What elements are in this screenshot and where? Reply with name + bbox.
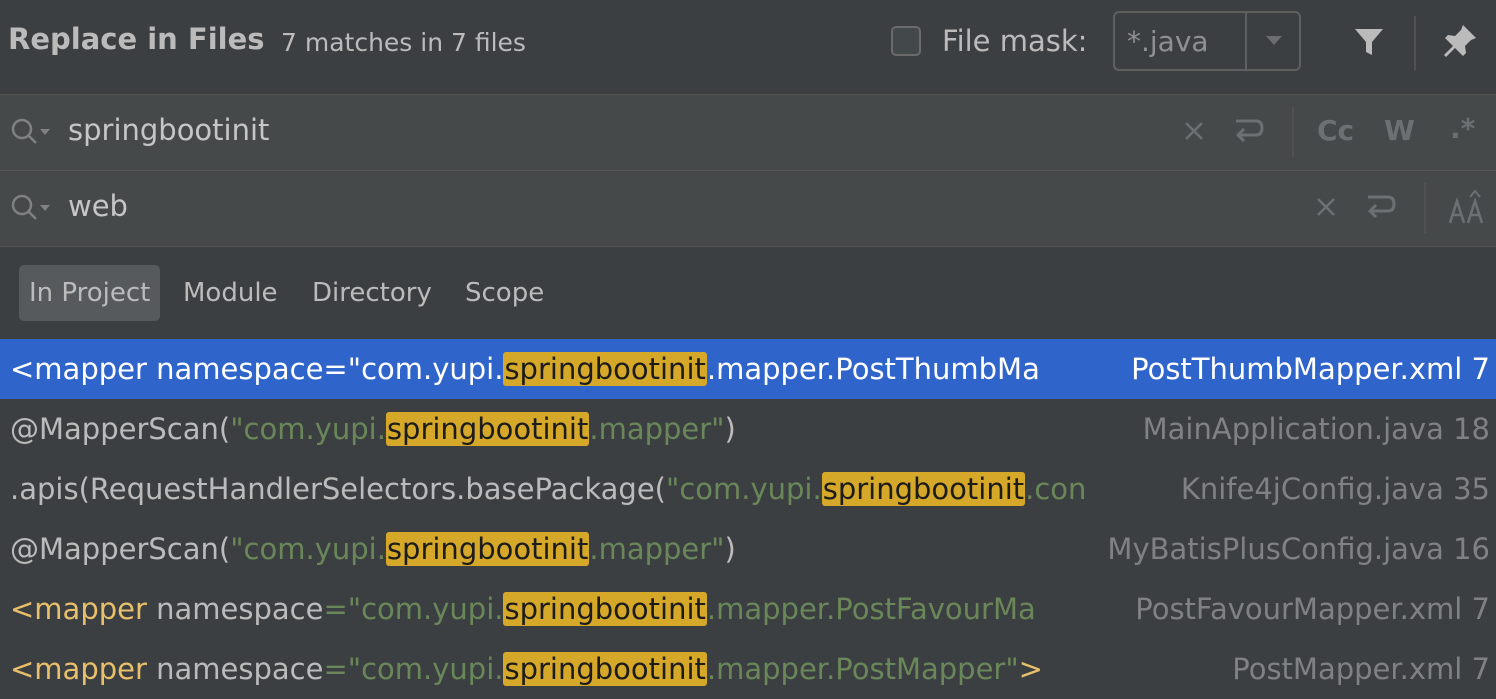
code-text: @MapperScan( xyxy=(10,532,231,566)
replace-separator xyxy=(1424,183,1426,233)
find-field[interactable]: springbootinit Cc W .* xyxy=(0,95,1496,171)
result-file: PostThumbMapper.xml 7 xyxy=(1131,352,1490,386)
find-separator xyxy=(1292,107,1294,157)
code-text: ) xyxy=(724,532,736,566)
code-string: "com.yupi. xyxy=(230,532,386,566)
code-tag: <mapper xyxy=(10,592,147,626)
new-line-icon[interactable] xyxy=(1364,191,1398,223)
match-highlight: springbootinit xyxy=(503,352,707,386)
chevron-down-icon[interactable] xyxy=(1264,30,1284,50)
pin-icon[interactable] xyxy=(1441,22,1479,60)
tab-in-project[interactable]: In Project xyxy=(19,265,161,321)
result-code: @MapperScan("com.yupi.springbootinit.map… xyxy=(10,519,1070,579)
code-text: .apis(RequestHandlerSelectors.basePackag… xyxy=(10,472,666,506)
code-text: .mapper.PostThumbMa xyxy=(706,352,1040,386)
clear-icon[interactable] xyxy=(1315,196,1337,218)
code-string: .con xyxy=(1025,472,1087,506)
dialog-title: Replace in Files xyxy=(8,22,265,56)
scope-tabs: In Project Module Directory Scope xyxy=(0,247,1496,338)
result-row[interactable]: @MapperScan("com.yupi.springbootinit.map… xyxy=(0,519,1496,579)
file-mask-checkbox[interactable] xyxy=(891,26,921,56)
result-code: <mapper namespace="com.yupi.springbootin… xyxy=(10,639,1190,699)
regex-toggle[interactable]: .* xyxy=(1450,112,1475,145)
file-mask-combo[interactable]: *.java xyxy=(1113,11,1301,71)
code-string: ="com.yupi. xyxy=(323,592,504,626)
code-tag: > xyxy=(1018,652,1043,686)
header-separator xyxy=(1414,16,1416,70)
code-string: .mapper" xyxy=(589,532,725,566)
dialog-header: Replace in Files 7 matches in 7 files Fi… xyxy=(0,0,1496,95)
match-highlight: springbootinit xyxy=(821,472,1026,506)
result-file: PostFavourMapper.xml 7 xyxy=(1135,592,1490,626)
code-string: "com.yupi. xyxy=(230,412,386,446)
clear-icon[interactable] xyxy=(1183,120,1205,142)
find-input[interactable]: springbootinit xyxy=(68,113,269,147)
results-list: <mapper namespace="com.yupi.springbootin… xyxy=(0,339,1496,699)
code-string: .mapper.PostMapper" xyxy=(706,652,1019,686)
code-text: <mapper namespace="com.yupi. xyxy=(10,352,504,386)
result-row[interactable]: .apis(RequestHandlerSelectors.basePackag… xyxy=(0,459,1496,519)
result-file: MyBatisPlusConfig.java 16 xyxy=(1107,532,1490,566)
match-highlight: springbootinit xyxy=(385,532,590,566)
file-mask-label: File mask: xyxy=(942,24,1088,58)
tab-directory[interactable]: Directory xyxy=(302,265,442,321)
code-string: "com.yupi. xyxy=(665,472,822,506)
replace-field[interactable]: web xyxy=(0,171,1496,247)
code-text: @MapperScan( xyxy=(10,412,231,446)
match-count: 7 matches in 7 files xyxy=(281,28,526,57)
result-row[interactable]: <mapper namespace="com.yupi.springbootin… xyxy=(0,339,1496,399)
replace-history-icon[interactable] xyxy=(10,193,54,223)
match-highlight: springbootinit xyxy=(385,412,590,446)
code-text: namespace xyxy=(146,592,324,626)
result-file: PostMapper.xml 7 xyxy=(1232,652,1490,686)
combo-divider xyxy=(1245,13,1247,69)
code-tag: <mapper xyxy=(10,652,147,686)
filter-icon[interactable] xyxy=(1353,26,1385,58)
search-history-icon[interactable] xyxy=(10,117,54,147)
code-text: ) xyxy=(724,412,736,446)
tab-scope[interactable]: Scope xyxy=(455,265,554,321)
match-highlight: springbootinit xyxy=(503,592,707,626)
result-row[interactable]: <mapper namespace="com.yupi.springbootin… xyxy=(0,579,1496,639)
result-file: MainApplication.java 18 xyxy=(1142,412,1490,446)
result-row[interactable]: @MapperScan("com.yupi.springbootinit.map… xyxy=(0,399,1496,459)
preserve-case-icon[interactable] xyxy=(1448,189,1486,227)
result-file: Knife4jConfig.java 35 xyxy=(1180,472,1490,506)
code-string: .mapper.PostFavourMa xyxy=(706,592,1036,626)
code-text: namespace xyxy=(146,652,324,686)
code-string: ="com.yupi. xyxy=(323,652,504,686)
words-toggle[interactable]: W xyxy=(1384,114,1415,147)
code-string: .mapper" xyxy=(589,412,725,446)
result-code: @MapperScan("com.yupi.springbootinit.map… xyxy=(10,399,1110,459)
tab-module[interactable]: Module xyxy=(173,265,288,321)
result-code: <mapper namespace="com.yupi.springbootin… xyxy=(10,579,1098,639)
file-mask-value: *.java xyxy=(1127,25,1209,58)
result-row[interactable]: <mapper namespace="com.yupi.springbootin… xyxy=(0,639,1496,699)
replace-input[interactable]: web xyxy=(68,189,128,223)
result-code: <mapper namespace="com.yupi.springbootin… xyxy=(10,339,1092,399)
new-line-icon[interactable] xyxy=(1232,115,1266,147)
match-highlight: springbootinit xyxy=(503,652,707,686)
match-case-toggle[interactable]: Cc xyxy=(1317,114,1354,147)
result-code: .apis(RequestHandlerSelectors.basePackag… xyxy=(10,459,1148,519)
